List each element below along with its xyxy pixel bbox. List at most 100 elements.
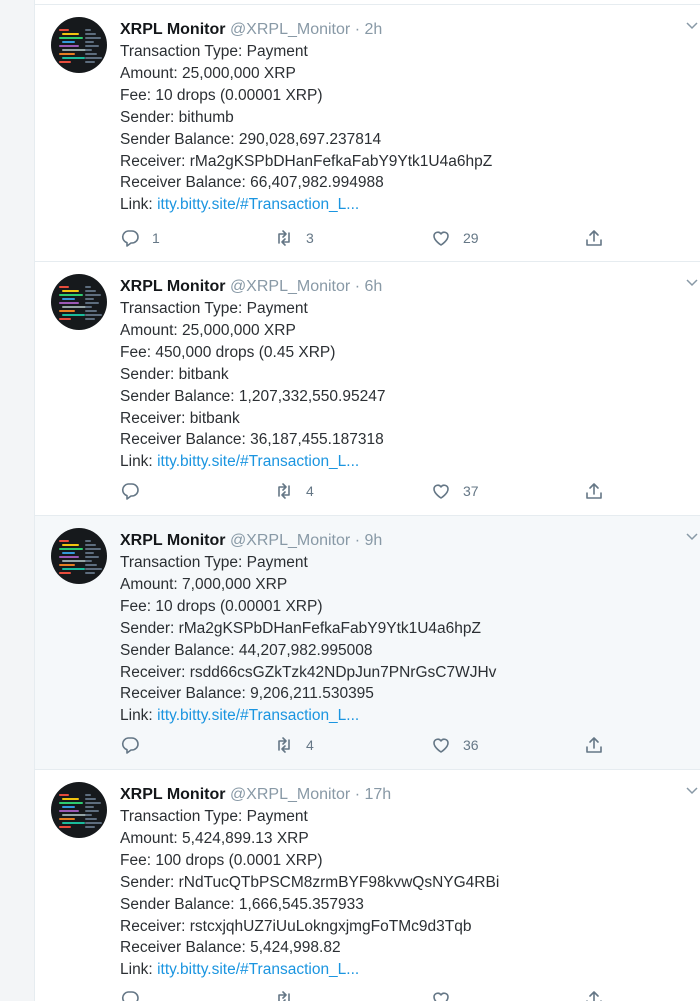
tweet[interactable]: XRPL Monitor @XRPL_Monitor · 17h Transac… (35, 770, 700, 1001)
avatar-graphic (85, 818, 97, 820)
avatar-graphic (62, 314, 85, 316)
avatar-graphic (62, 568, 85, 570)
text-line: Amount: 7,000,000 XRP (120, 575, 288, 593)
text-line: Receiver: bitbank (120, 409, 240, 427)
share-icon (586, 230, 602, 246)
text-line: Sender Balance: 1,666,545.357933 (120, 895, 364, 913)
chevron-down-icon[interactable] (685, 276, 699, 290)
display-name[interactable]: XRPL Monitor (120, 21, 225, 38)
avatar[interactable] (51, 782, 107, 838)
timestamp[interactable]: 2h (364, 21, 382, 38)
like-button[interactable]: 36 (431, 735, 479, 755)
avatar-graphic (85, 298, 94, 300)
tweet-text: Transaction Type: Payment Amount: 5,424,… (120, 806, 681, 981)
avatar-graphic (85, 53, 97, 55)
avatar-graphic (85, 37, 101, 39)
text-line: Fee: 450,000 drops (0.45 XRP) (120, 343, 336, 361)
user-handle[interactable]: @XRPL_Monitor (230, 21, 350, 38)
avatar-graphic (59, 29, 69, 31)
text-line: Sender: rMa2gKSPbDHanFefkaFabY9Ytk1U4a6h… (120, 619, 482, 637)
share-button[interactable] (584, 481, 616, 501)
tweet[interactable]: XRPL Monitor @XRPL_Monitor · 9h Transact… (35, 516, 700, 770)
avatar-graphic (85, 29, 91, 31)
tweet[interactable]: XRPL Monitor @XRPL_Monitor · 6h Transact… (35, 262, 700, 516)
share-button[interactable] (584, 989, 616, 1001)
chevron-down-icon[interactable] (685, 19, 699, 33)
reply-icon (121, 483, 139, 500)
avatar-graphic (85, 310, 97, 312)
link-line: Link: itty.bitty.site/#Transaction_L... (120, 451, 681, 473)
avatar-graphic (85, 814, 92, 816)
chevron-down-icon[interactable] (685, 784, 699, 798)
avatar-graphic (85, 33, 96, 35)
text-line: Sender Balance: 290,028,697.237814 (120, 130, 382, 148)
retweet-button[interactable] (274, 989, 306, 1001)
share-button[interactable] (584, 735, 616, 755)
avatar[interactable] (51, 17, 107, 73)
text-line: Fee: 10 drops (0.00001 XRP) (120, 597, 323, 615)
timestamp[interactable]: 9h (364, 532, 382, 549)
text-line: Amount: 25,000,000 XRP (120, 321, 296, 339)
tweet-link[interactable]: itty.bitty.site/#Transaction_L... (157, 453, 359, 470)
avatar-graphic (85, 49, 92, 51)
display-name[interactable]: XRPL Monitor (120, 532, 225, 549)
avatar-graphic (85, 564, 97, 566)
text-line: Receiver Balance: 36,187,455.187318 (120, 431, 384, 449)
tweet-link[interactable]: itty.bitty.site/#Transaction_L... (157, 707, 359, 724)
user-handle[interactable]: @XRPL_Monitor (230, 786, 350, 803)
avatar-graphic (85, 802, 101, 804)
timestamp[interactable]: 6h (364, 278, 382, 295)
reply-button[interactable] (120, 481, 152, 501)
reply-button[interactable] (120, 735, 152, 755)
like-button[interactable]: 37 (431, 481, 479, 501)
reply-button[interactable]: 1 (120, 228, 160, 248)
separator-dot: · (354, 21, 361, 38)
chevron-down-icon[interactable] (685, 530, 699, 544)
avatar[interactable] (51, 274, 107, 330)
reply-icon (121, 991, 139, 1001)
text-line: Transaction Type: Payment (120, 808, 308, 825)
avatar-graphic (59, 572, 71, 574)
avatar-graphic (85, 286, 91, 288)
avatar-graphic (62, 806, 75, 808)
user-handle[interactable]: @XRPL_Monitor (230, 532, 350, 549)
text-line: Receiver: rMa2gKSPbDHanFefkaFabY9Ytk1U4a… (120, 152, 493, 170)
text-line: Amount: 25,000,000 XRP (120, 64, 296, 82)
share-button[interactable] (584, 228, 616, 248)
display-name[interactable]: XRPL Monitor (120, 278, 225, 295)
tweet[interactable]: XRPL Monitor @XRPL_Monitor · 2h Transact… (35, 4, 700, 262)
text-line: Sender: bithumb (120, 108, 234, 126)
avatar[interactable] (51, 528, 107, 584)
text-line: Transaction Type: Payment (120, 43, 308, 60)
reply-button[interactable] (120, 989, 152, 1001)
retweet-button[interactable]: 4 (274, 735, 314, 755)
like-button[interactable]: 29 (431, 228, 479, 248)
tweet-link[interactable]: itty.bitty.site/#Transaction_L... (157, 196, 359, 213)
avatar-graphic (59, 45, 79, 47)
like-count: 29 (463, 230, 479, 246)
avatar-graphic (59, 286, 69, 288)
avatar-graphic (85, 57, 102, 59)
display-name[interactable]: XRPL Monitor (120, 786, 225, 803)
retweet-button[interactable]: 3 (274, 228, 314, 248)
link-label: Link: (120, 196, 158, 214)
tweet-link[interactable]: itty.bitty.site/#Transaction_L... (157, 961, 359, 978)
text-line: Receiver: rstcxjqhUZ7iUuLokngxjmgFoTMc9d… (120, 917, 472, 935)
avatar-graphic (59, 53, 75, 55)
retweet-count: 3 (306, 230, 314, 246)
avatar-graphic (59, 61, 71, 63)
avatar-graphic (59, 794, 69, 796)
avatar-graphic (85, 822, 102, 824)
retweet-button[interactable]: 4 (274, 481, 314, 501)
user-handle[interactable]: @XRPL_Monitor (230, 278, 350, 295)
avatar-graphic (85, 314, 102, 316)
like-button[interactable] (431, 989, 463, 1001)
text-line: Transaction Type: Payment (120, 300, 308, 317)
timestamp[interactable]: 17h (364, 786, 391, 803)
avatar-graphic (85, 540, 91, 542)
text-line: Receiver Balance: 9,206,211.530395 (120, 685, 374, 703)
avatar-graphic (62, 552, 75, 554)
heart-icon (433, 484, 449, 499)
avatar-graphic (85, 794, 91, 796)
link-label: Link: (120, 707, 158, 725)
